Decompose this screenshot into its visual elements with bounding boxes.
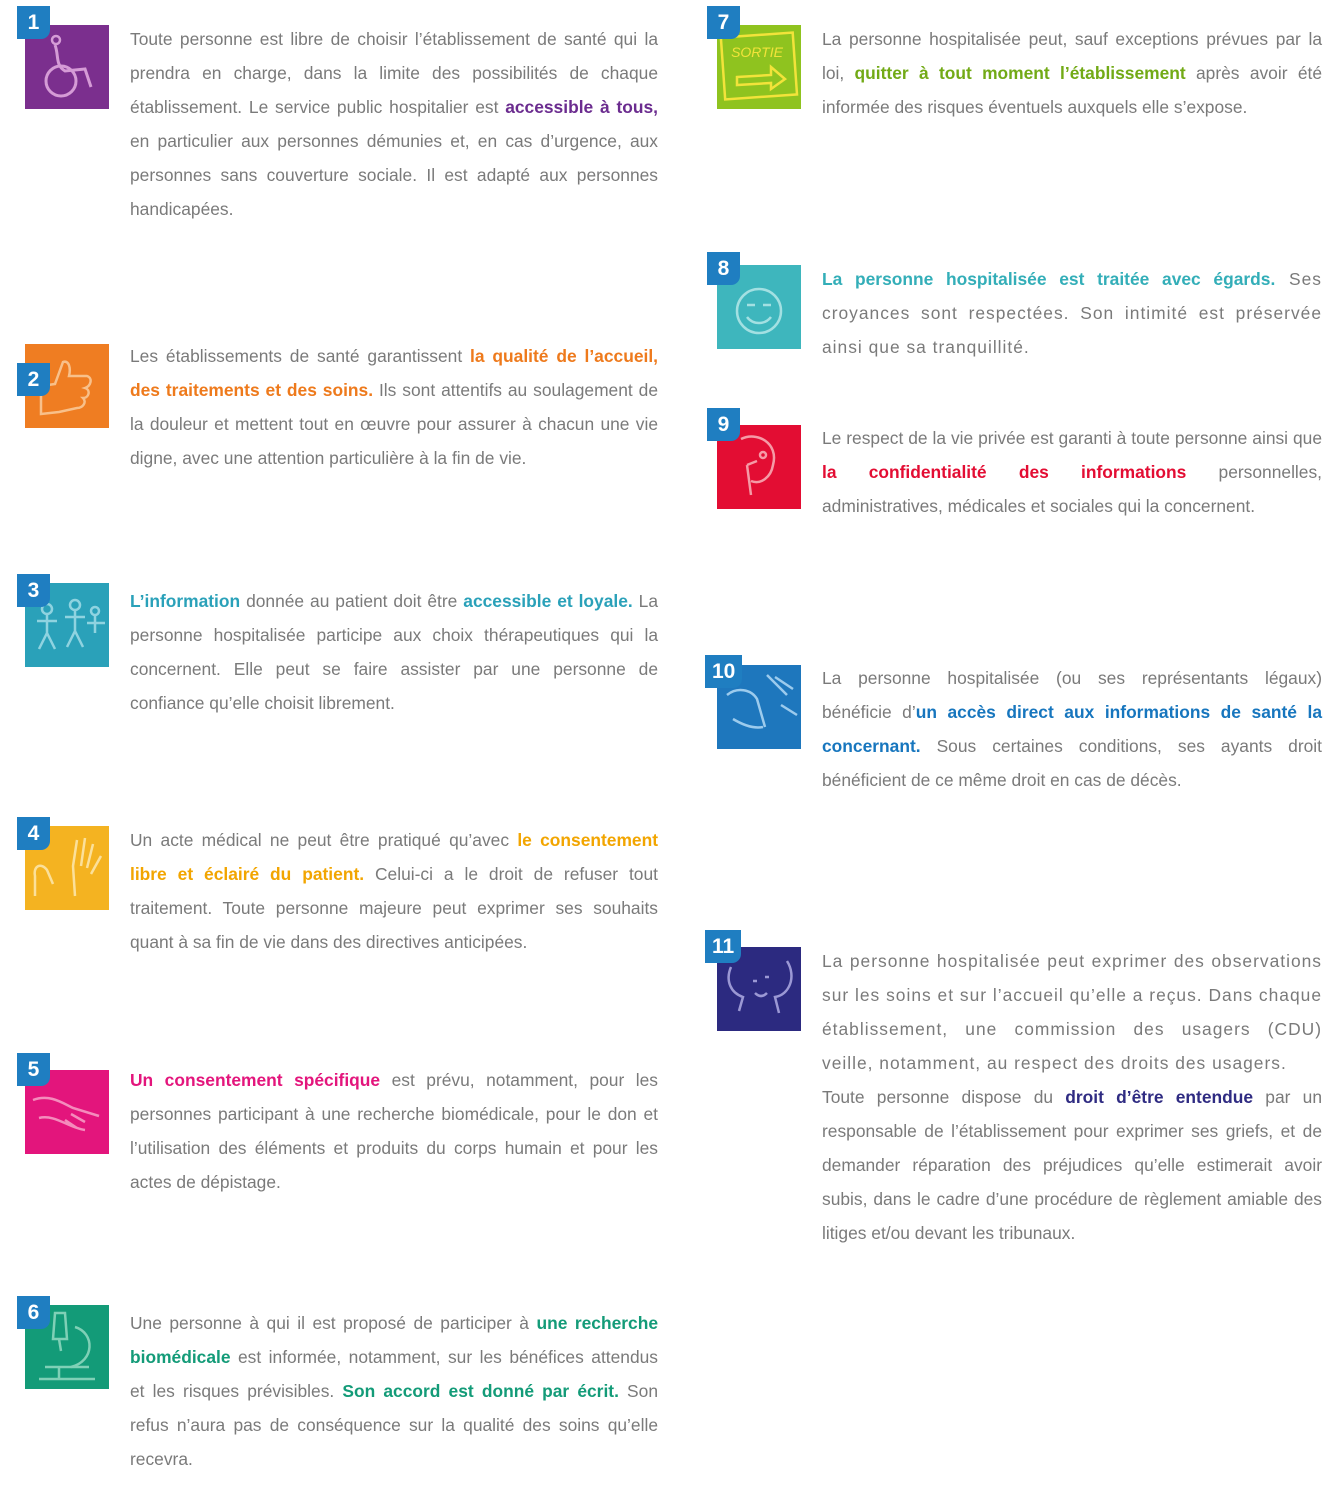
article-number: 6 (17, 1296, 50, 1329)
article-number: 3 (17, 574, 50, 607)
article-number: 11 (705, 930, 742, 963)
article-text: La personne hospitalisée peut exprimer d… (822, 951, 1322, 1243)
article-text: La personne hospitalisée est traitée ave… (822, 269, 1322, 357)
article-text: La personne hospitalisée peut, sauf exce… (822, 29, 1322, 117)
article-text: L’information donnée au patient doit êtr… (130, 591, 658, 713)
article-number: 7 (707, 6, 740, 39)
article-number: 8 (707, 252, 740, 285)
article-number: 1 (17, 6, 50, 39)
article-number: 2 (17, 363, 50, 396)
article-text: Un consentement spécifique est prévu, no… (130, 1070, 658, 1192)
article-number: 5 (17, 1053, 50, 1086)
article-text: Un acte médical ne peut être pratiqué qu… (130, 830, 659, 952)
exit-sign-text: SORTIE (731, 44, 784, 60)
article-text: Les établissements de santé garantissent… (130, 346, 658, 468)
article-text: La personne hospitalisée (ou ses représe… (822, 668, 1322, 790)
article-text: Une personne à qui il est proposé de par… (130, 1313, 658, 1469)
article-text: Toute personne est libre de choisir l’ét… (130, 29, 658, 219)
article-number: 9 (707, 408, 740, 441)
article-number: 10 (705, 655, 743, 688)
article-number: 4 (17, 817, 50, 850)
article-text: Le respect de la vie privée est garanti … (822, 428, 1322, 516)
